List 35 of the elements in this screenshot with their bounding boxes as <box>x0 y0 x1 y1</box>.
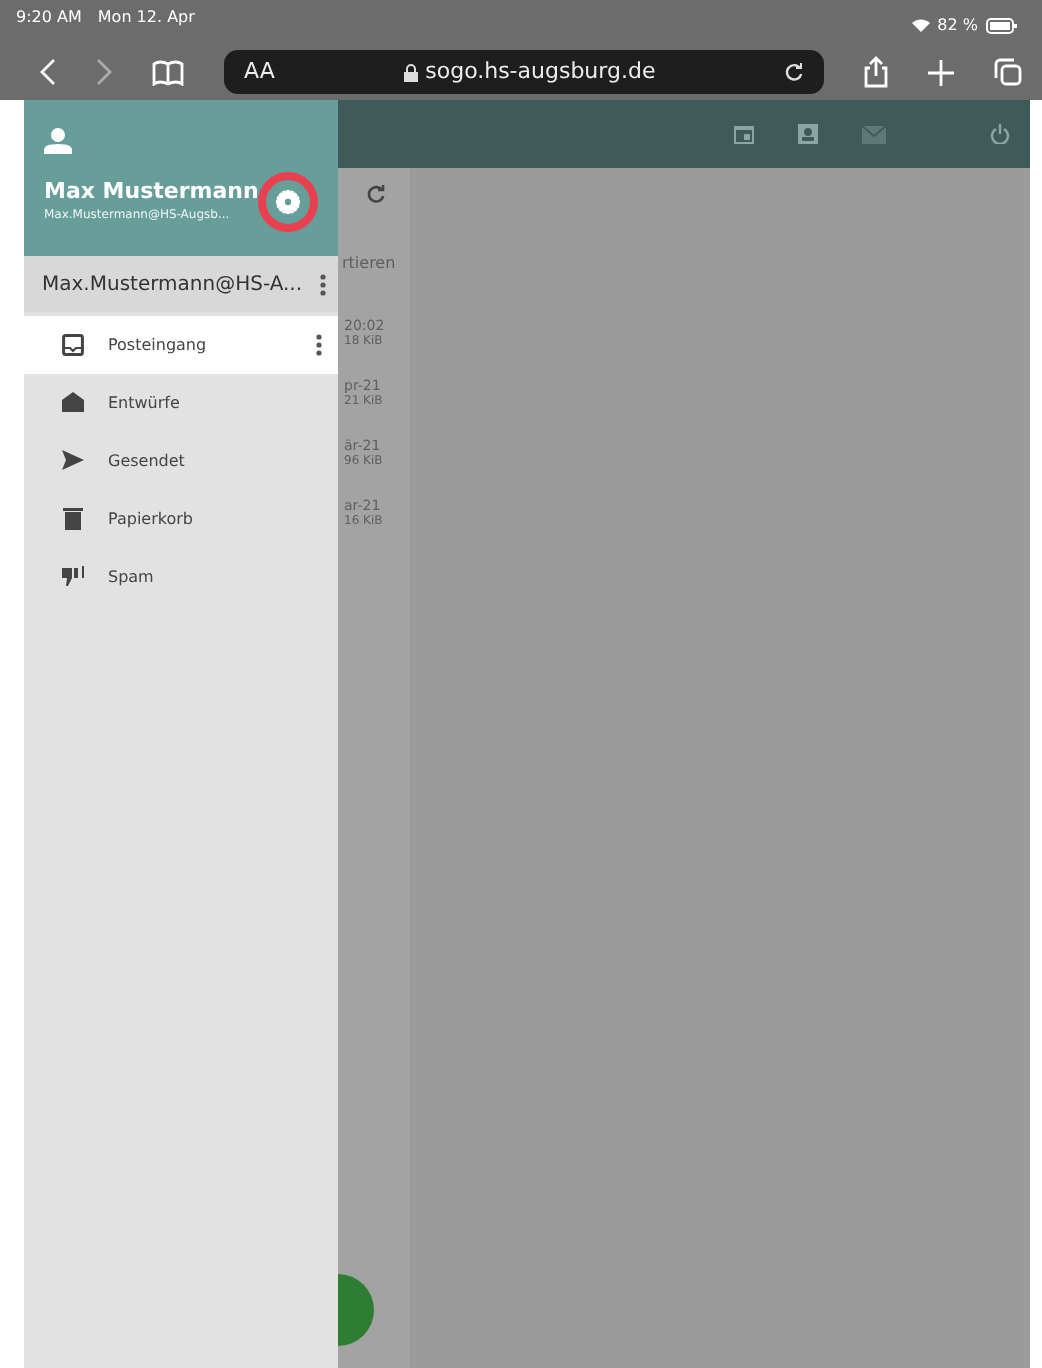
status-time: 9:20 AM <box>16 6 82 30</box>
more-icon[interactable] <box>320 273 326 295</box>
wifi-icon <box>911 18 930 32</box>
bookmarks-icon[interactable] <box>152 59 184 85</box>
reload-icon[interactable] <box>783 62 804 82</box>
user-icon[interactable] <box>44 128 72 155</box>
power-icon[interactable] <box>990 124 1010 144</box>
folder-item[interactable]: Posteingang <box>24 316 338 374</box>
folder-item[interactable]: Spam <box>24 548 338 606</box>
text-size-button[interactable]: AA <box>244 55 275 89</box>
forward-icon[interactable] <box>96 58 112 86</box>
folder-item[interactable]: Papierkorb <box>24 490 338 548</box>
inbox-icon <box>62 334 84 356</box>
battery-icon <box>986 17 1018 33</box>
share-icon[interactable] <box>864 56 888 88</box>
contact-card-icon[interactable] <box>798 122 818 146</box>
back-icon[interactable] <box>40 58 56 86</box>
plus-icon[interactable] <box>928 59 954 85</box>
address-bar[interactable]: AA sogo.hs-augsburg.de <box>224 50 824 94</box>
tabs-icon[interactable] <box>994 58 1022 86</box>
lock-icon <box>403 63 418 81</box>
url-text: sogo.hs-augsburg.de <box>425 55 656 88</box>
open-envelope-icon <box>62 392 84 414</box>
user-name: Max Mustermann <box>44 180 259 206</box>
calendar-icon[interactable] <box>734 124 754 144</box>
more-icon[interactable] <box>316 334 322 356</box>
send-icon <box>62 450 84 472</box>
battery-percent: 82 % <box>937 13 978 37</box>
trash-can-icon <box>62 508 84 530</box>
status-date: Mon 12. Apr <box>97 6 195 30</box>
settings-icon[interactable] <box>276 190 301 214</box>
folder-item[interactable]: Gesendet <box>24 432 338 490</box>
thumbs-down-icon <box>62 566 84 588</box>
refresh-icon[interactable] <box>366 184 386 204</box>
folder-item[interactable]: Entwürfe <box>24 374 338 432</box>
